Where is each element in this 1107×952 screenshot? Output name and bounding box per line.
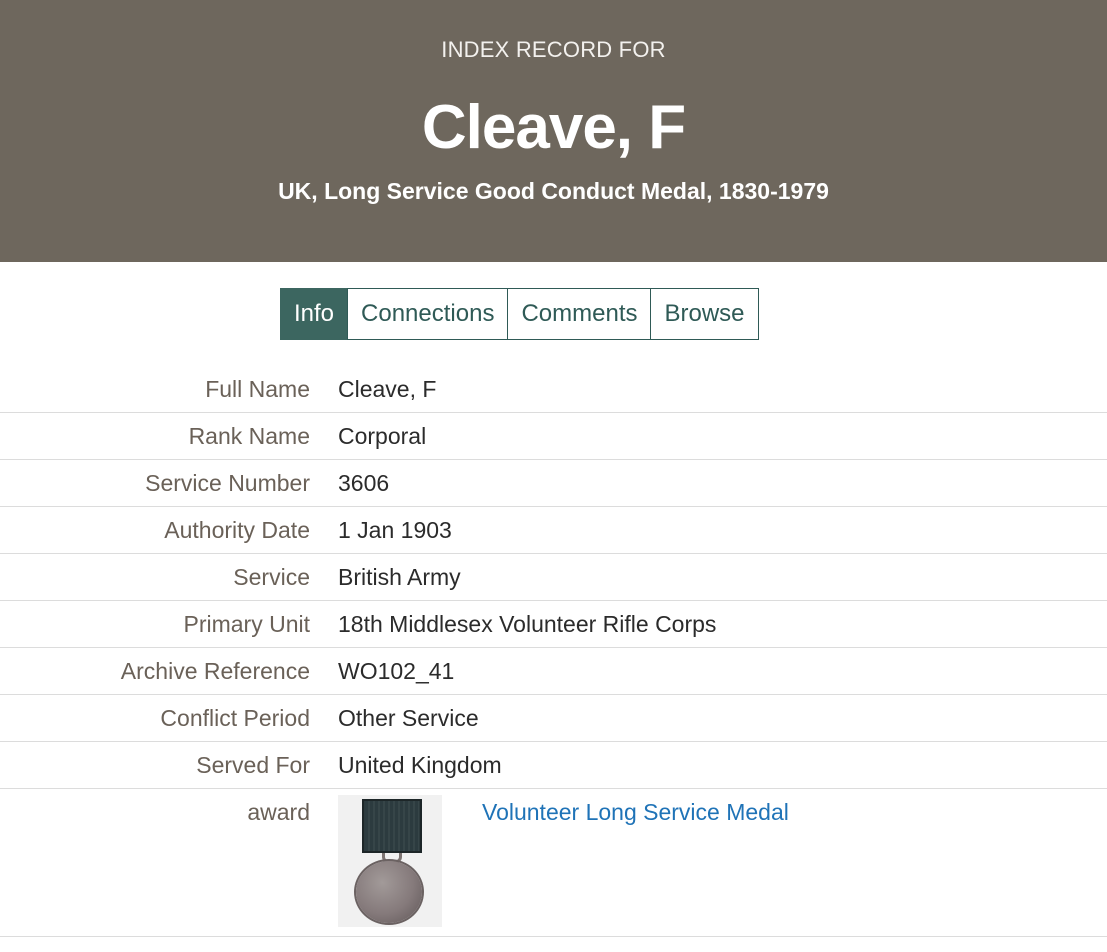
field-value: Other Service xyxy=(338,705,479,731)
field-label: Full Name xyxy=(205,376,310,402)
field-row-service: Service British Army xyxy=(0,554,1107,601)
medal-ribbon-texture xyxy=(365,801,419,851)
field-row-rank-name: Rank Name Corporal xyxy=(0,413,1107,460)
field-row-authority-date: Authority Date 1 Jan 1903 xyxy=(0,507,1107,554)
field-row-primary-unit: Primary Unit 18th Middlesex Volunteer Ri… xyxy=(0,601,1107,648)
field-value: Cleave, F xyxy=(338,376,437,402)
field-value: Corporal xyxy=(338,423,427,449)
field-value: 18th Middlesex Volunteer Rifle Corps xyxy=(338,611,717,637)
record-fields: Full Name Cleave, F Rank Name Corporal S… xyxy=(0,366,1107,937)
page-title: Cleave, F xyxy=(421,93,686,162)
field-value: WO102_41 xyxy=(338,658,455,684)
tab-browse[interactable]: Browse xyxy=(650,288,759,340)
field-label: Archive Reference xyxy=(120,658,310,684)
field-label: Rank Name xyxy=(188,423,310,449)
field-row-full-name: Full Name Cleave, F xyxy=(0,366,1107,413)
index-record-label: INDEX RECORD FOR xyxy=(441,37,666,62)
medal-disc xyxy=(356,861,422,923)
field-row-archive-reference: Archive Reference WO102_41 xyxy=(0,648,1107,695)
award-link[interactable]: Volunteer Long Service Medal xyxy=(482,789,789,829)
field-label: Service Number xyxy=(145,470,310,496)
award-label: award xyxy=(247,799,310,825)
field-value: 1 Jan 1903 xyxy=(338,517,452,543)
tab-connections[interactable]: Connections xyxy=(347,288,509,340)
field-label: Authority Date xyxy=(164,517,310,543)
field-label: Primary Unit xyxy=(183,611,310,637)
field-label: Conflict Period xyxy=(160,705,310,731)
field-label: Served For xyxy=(196,752,310,778)
medal-image[interactable] xyxy=(338,795,442,927)
tab-info[interactable]: Info xyxy=(280,288,349,340)
field-label: Service xyxy=(233,564,310,590)
field-row-served-for: Served For United Kingdom xyxy=(0,742,1107,789)
field-row-conflict-period: Conflict Period Other Service xyxy=(0,695,1107,742)
field-row-award: award Volunteer Long Service Medal xyxy=(0,789,1107,937)
record-header: INDEX RECORD FOR Cleave, F UK, Long Serv… xyxy=(0,0,1107,262)
record-tabs: Info Connections Comments Browse xyxy=(280,288,759,340)
field-value: United Kingdom xyxy=(338,752,502,778)
field-value: 3606 xyxy=(338,470,390,496)
field-value: British Army xyxy=(338,564,461,590)
field-row-service-number: Service Number 3606 xyxy=(0,460,1107,507)
tab-comments[interactable]: Comments xyxy=(507,288,652,340)
collection-subtitle: UK, Long Service Good Conduct Medal, 183… xyxy=(278,178,829,204)
